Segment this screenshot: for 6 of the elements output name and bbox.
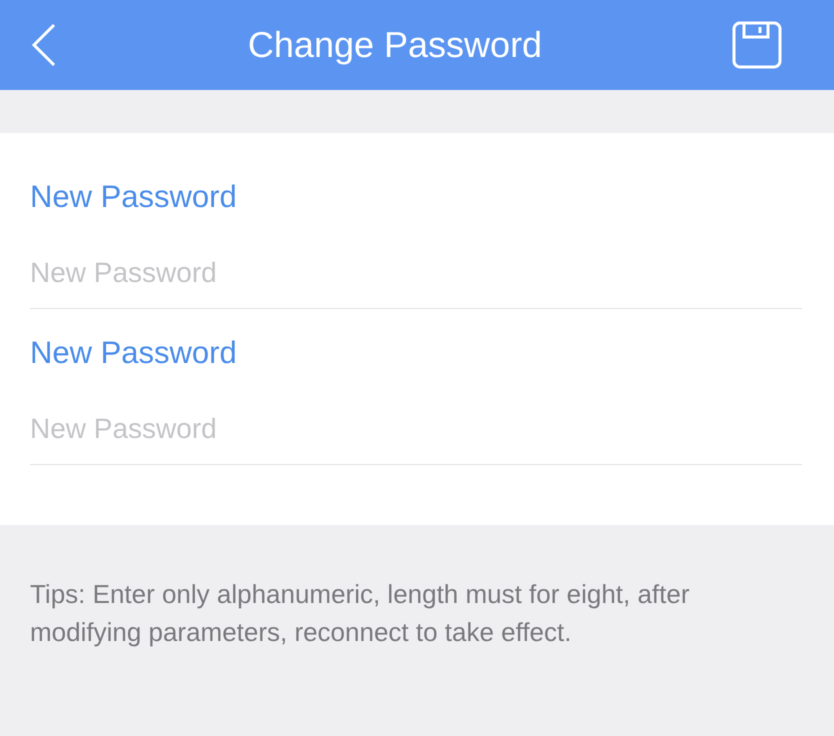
back-button[interactable] xyxy=(30,23,58,67)
nav-title: Change Password xyxy=(248,24,542,66)
tips-text: Tips: Enter only alphanumeric, length must for eight, after modifying parameters, reconnect to take effect. xyxy=(30,578,690,649)
field-label: New Password xyxy=(30,178,238,216)
save-button[interactable] xyxy=(732,21,782,69)
field-label: New Password xyxy=(30,334,238,372)
